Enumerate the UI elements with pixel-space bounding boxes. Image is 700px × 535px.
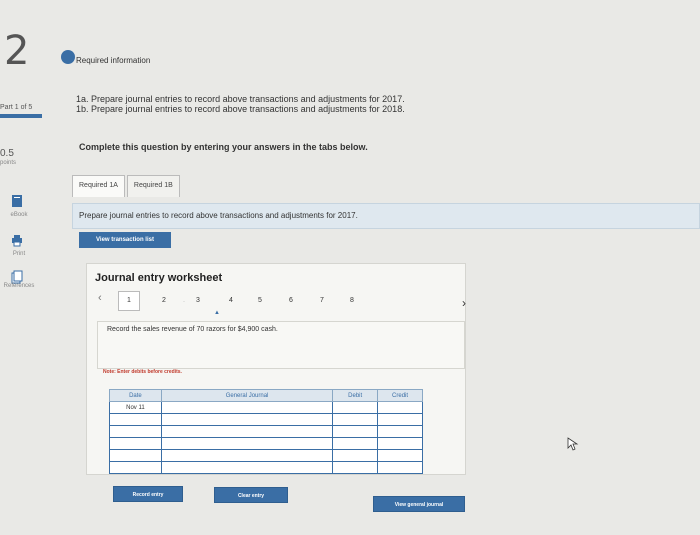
debit-input[interactable] xyxy=(332,401,379,414)
complete-instruction: Complete this question by entering your … xyxy=(79,142,368,152)
tab-bar: Required 1A Required 1B xyxy=(72,175,182,197)
credit-input[interactable] xyxy=(377,413,423,426)
step-8[interactable]: 8 xyxy=(347,297,357,304)
question-number: 2 xyxy=(4,28,30,74)
next-arrow-icon[interactable]: › xyxy=(462,296,466,310)
print-link[interactable]: Print xyxy=(0,251,38,257)
incomplete-marker-icon: ▲ xyxy=(214,310,220,316)
points-label: points xyxy=(0,160,17,166)
table-row xyxy=(109,449,423,462)
previous-arrow-icon[interactable]: ‹ xyxy=(98,292,102,304)
debit-input[interactable] xyxy=(332,413,379,426)
print-icon[interactable] xyxy=(10,233,24,247)
table-row: Nov 11 xyxy=(109,401,423,414)
ebook-link[interactable]: eBook xyxy=(0,212,38,218)
step-5[interactable]: 5 xyxy=(255,297,265,304)
date-cell[interactable] xyxy=(109,425,162,438)
step-2[interactable]: 2 xyxy=(159,297,169,304)
debit-input[interactable] xyxy=(332,437,379,450)
general-journal-header: General Journal xyxy=(160,389,334,402)
account-input[interactable] xyxy=(160,413,334,426)
date-cell[interactable]: Nov 11 xyxy=(109,401,162,414)
step-separator: · xyxy=(183,299,185,305)
transaction-description: Record the sales revenue of 70 razors fo… xyxy=(107,326,278,333)
ebook-icon[interactable] xyxy=(10,194,24,208)
worksheet-title: Journal entry worksheet xyxy=(95,272,223,284)
step-6[interactable]: 6 xyxy=(286,297,296,304)
account-input[interactable] xyxy=(160,449,334,462)
part-progress-bar xyxy=(0,114,42,118)
step-3[interactable]: 3 xyxy=(193,297,203,304)
date-cell[interactable] xyxy=(109,413,162,426)
credit-input[interactable] xyxy=(377,461,423,474)
instruction-1b: 1b. Prepare journal entries to record ab… xyxy=(76,104,405,114)
table-row xyxy=(109,437,423,450)
step-1[interactable]: 1 xyxy=(124,297,134,304)
tab-required-1a[interactable]: Required 1A xyxy=(72,175,125,197)
credit-input[interactable] xyxy=(377,449,423,462)
date-header: Date xyxy=(109,389,162,402)
references-link[interactable]: References xyxy=(0,283,38,289)
view-general-journal-button[interactable]: View general journal xyxy=(373,496,465,512)
required-information-label: Required information xyxy=(76,56,151,65)
debit-input[interactable] xyxy=(332,461,379,474)
debit-input[interactable] xyxy=(332,449,379,462)
table-row xyxy=(109,425,423,438)
info-icon xyxy=(61,50,75,64)
clear-entry-button[interactable]: Clear entry xyxy=(214,487,288,503)
step-4[interactable]: 4 xyxy=(226,297,236,304)
credit-input[interactable] xyxy=(377,437,423,450)
debit-input[interactable] xyxy=(332,425,379,438)
instruction-1a: 1a. Prepare journal entries to record ab… xyxy=(76,94,405,104)
mouse-cursor-icon xyxy=(567,437,579,451)
date-cell[interactable] xyxy=(109,449,162,462)
credit-header: Credit xyxy=(377,389,423,402)
date-cell[interactable] xyxy=(109,437,162,450)
record-entry-button[interactable]: Record entry xyxy=(113,486,183,502)
step-7[interactable]: 7 xyxy=(317,297,327,304)
points-value: 0.5 xyxy=(0,148,14,159)
table-row xyxy=(109,413,423,426)
view-transaction-list-button[interactable]: View transaction list xyxy=(79,232,171,248)
tab-required-1b[interactable]: Required 1B xyxy=(126,175,180,197)
credit-input[interactable] xyxy=(377,425,423,438)
date-cell[interactable] xyxy=(109,461,162,474)
debits-note: Note: Enter debits before credits. xyxy=(103,369,182,375)
prompt-text: Prepare journal entries to record above … xyxy=(79,211,358,220)
account-input[interactable] xyxy=(160,401,334,414)
references-icon[interactable] xyxy=(10,270,24,284)
table-row xyxy=(109,461,423,474)
debit-header: Debit xyxy=(332,389,379,402)
account-input[interactable] xyxy=(160,437,334,450)
journal-table: Date General Journal Debit Credit Nov 11 xyxy=(109,389,423,474)
account-input[interactable] xyxy=(160,425,334,438)
part-label: Part 1 of 5 xyxy=(0,104,33,111)
account-input[interactable] xyxy=(160,461,334,474)
credit-input[interactable] xyxy=(377,401,423,414)
